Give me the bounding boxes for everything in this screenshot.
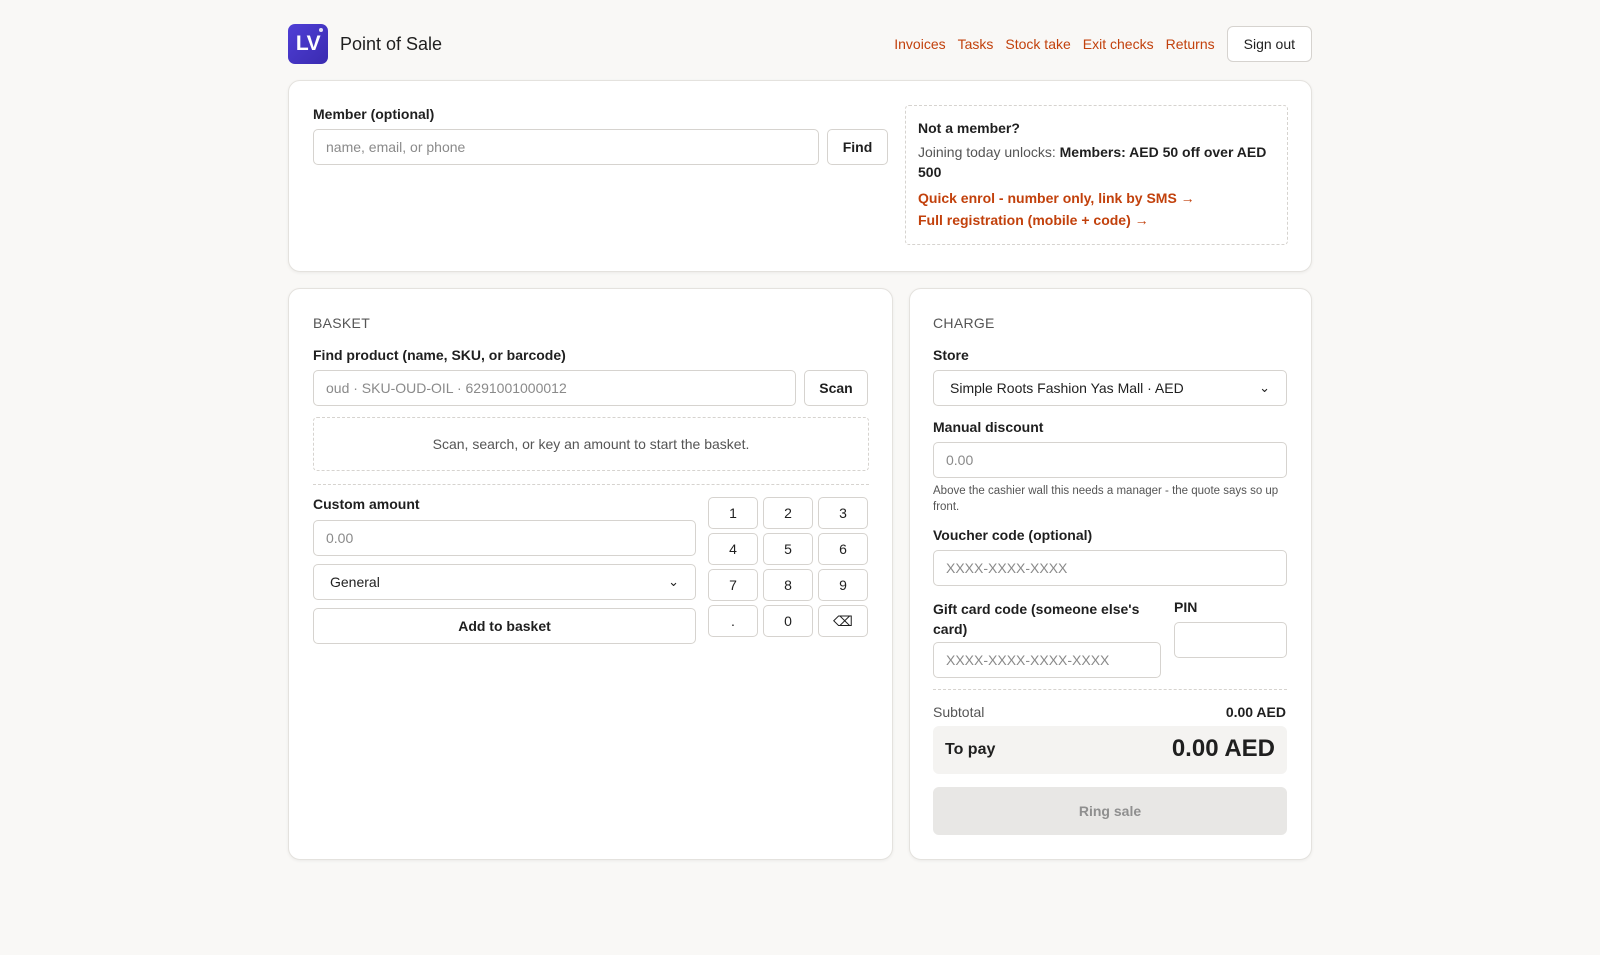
app-logo[interactable]: LV <box>288 24 328 64</box>
charge-card: CHARGE Store Simple Roots Fashion Yas Ma… <box>909 288 1312 860</box>
keypad-key-6[interactable]: 6 <box>818 533 868 565</box>
store-label: Store <box>933 347 969 363</box>
subtotal-label: Subtotal <box>933 704 985 720</box>
find-member-button[interactable]: Find <box>827 129 888 165</box>
pin-input[interactable] <box>1174 622 1287 658</box>
promo-text-prefix: Joining today unlocks: <box>918 144 1060 160</box>
backspace-icon[interactable]: ⌫ <box>818 605 868 637</box>
discount-hint: Above the cashier wall this needs a mana… <box>933 485 1279 513</box>
scan-button[interactable]: Scan <box>804 370 868 406</box>
nav-link-exit-checks[interactable]: Exit checks <box>1083 36 1154 52</box>
keypad-key-decimal[interactable]: . <box>708 605 758 637</box>
keypad-key-8[interactable]: 8 <box>763 569 813 601</box>
nav-link-stock-take[interactable]: Stock take <box>1005 36 1070 52</box>
manual-discount-input[interactable]: 0.00 <box>933 442 1287 478</box>
membership-promo: Not a member? Joining today unlocks: Mem… <box>905 105 1288 245</box>
keypad-key-0[interactable]: 0 <box>763 605 813 637</box>
subtotal-value: 0.00 AED <box>1225 704 1286 720</box>
basket-section-title: BASKET <box>313 315 371 331</box>
member-label: Member (optional) <box>313 106 435 122</box>
category-selected-value: General <box>330 574 380 590</box>
add-to-basket-button[interactable]: Add to basket <box>313 608 696 644</box>
store-selected-value: Simple Roots Fashion Yas Mall · AED <box>950 380 1184 396</box>
chevron-down-icon: ⌄ <box>1259 380 1270 395</box>
logo-text: LV <box>295 32 321 55</box>
keypad-key-1[interactable]: 1 <box>708 497 758 529</box>
voucher-code-label: Voucher code (optional) <box>933 527 1093 543</box>
nav-link-returns[interactable]: Returns <box>1166 36 1215 52</box>
find-product-label: Find product (name, SKU, or barcode) <box>313 347 566 363</box>
basket-card: BASKET Find product (name, SKU, or barco… <box>288 288 893 860</box>
page: LV Point of Sale Invoices Tasks Stock ta… <box>288 0 1312 860</box>
custom-amount-input[interactable]: 0.00 <box>313 520 696 556</box>
divider <box>313 484 869 485</box>
logo-dot-icon <box>319 28 323 32</box>
gift-card-label: Gift card code (someone else's card) <box>933 601 1140 637</box>
sign-out-button[interactable]: Sign out <box>1226 26 1312 62</box>
top-bar: LV Point of Sale Invoices Tasks Stock ta… <box>288 0 1312 88</box>
keypad-key-3[interactable]: 3 <box>818 497 868 529</box>
to-pay-label: To pay <box>945 741 996 758</box>
basket-empty-state: Scan, search, or key an amount to start … <box>313 417 869 471</box>
top-nav: Invoices Tasks Stock take Exit checks Re… <box>894 26 1312 62</box>
store-select[interactable]: Simple Roots Fashion Yas Mall · AED ⌄ <box>933 370 1287 406</box>
nav-link-tasks[interactable]: Tasks <box>958 36 994 52</box>
custom-amount-label: Custom amount <box>313 496 420 512</box>
keypad-key-2[interactable]: 2 <box>763 497 813 529</box>
promo-text: Joining today unlocks: Members: AED 50 o… <box>918 142 1275 182</box>
to-pay-summary: To pay 0.00 AED <box>933 726 1287 774</box>
ring-sale-button[interactable]: Ring sale <box>933 787 1287 835</box>
category-select[interactable]: General ⌄ <box>313 564 696 600</box>
full-registration-link[interactable]: Full registration (mobile + code) → <box>918 212 1275 228</box>
keypad-key-7[interactable]: 7 <box>708 569 758 601</box>
to-pay-amount: 0.00 AED <box>1171 735 1275 762</box>
quick-enrol-link[interactable]: Quick enrol - number only, link by SMS → <box>918 190 1275 206</box>
promo-title: Not a member? <box>918 120 1020 136</box>
voucher-code-input[interactable]: XXXX-XXXX-XXXX <box>933 550 1287 586</box>
app-title: Point of Sale <box>340 34 443 54</box>
product-search-input[interactable]: oud · SKU-OUD-OIL · 6291001000012 <box>313 370 796 406</box>
keypad-key-5[interactable]: 5 <box>763 533 813 565</box>
gift-card-code-input[interactable]: XXXX-XXXX-XXXX-XXXX <box>933 642 1161 678</box>
pin-label: PIN <box>1174 599 1198 615</box>
nav-link-invoices[interactable]: Invoices <box>894 36 945 52</box>
charge-section-title: CHARGE <box>933 315 995 331</box>
divider <box>933 689 1287 690</box>
member-search-input[interactable]: name, email, or phone <box>313 129 819 165</box>
keypad-key-4[interactable]: 4 <box>708 533 758 565</box>
keypad-key-9[interactable]: 9 <box>818 569 868 601</box>
member-card: Member (optional) name, email, or phone … <box>288 80 1312 272</box>
manual-discount-label: Manual discount <box>933 419 1044 435</box>
chevron-down-icon: ⌄ <box>668 574 679 589</box>
